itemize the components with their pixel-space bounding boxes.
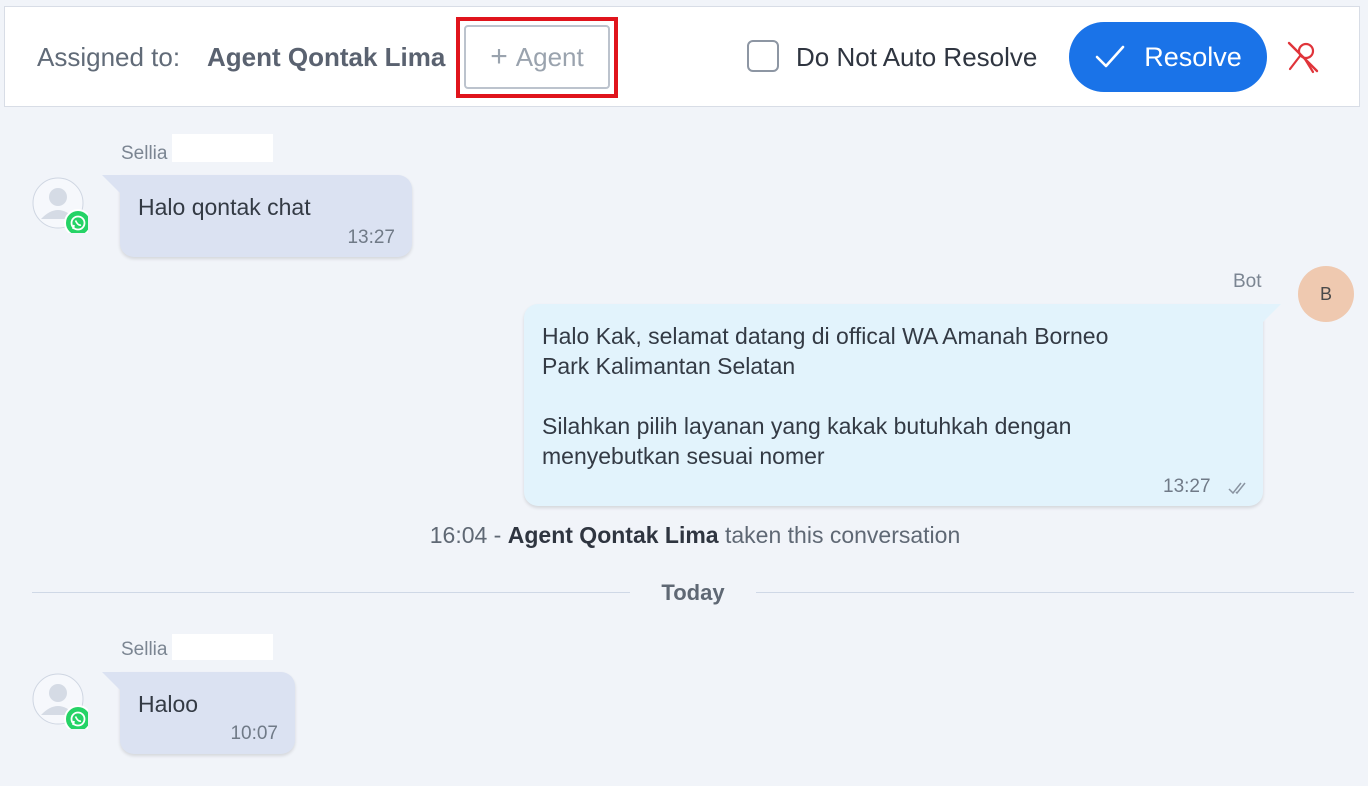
resolve-button[interactable]: Resolve [1069, 22, 1267, 92]
add-agent-button[interactable]: + Agent [464, 25, 610, 89]
assigned-to-label: Assigned to: [37, 42, 181, 72]
system-event-line: 16:04 - Agent Qontak Lima taken this con… [0, 522, 1368, 549]
date-divider-line-right [756, 592, 1354, 593]
double-check-icon [1228, 482, 1246, 495]
message-time: 10:07 [230, 723, 278, 744]
date-divider-label: Today [661, 580, 725, 605]
message-text: Haloo [138, 691, 199, 717]
add-agent-label: Agent [515, 41, 584, 72]
event-separator: - [487, 522, 508, 548]
resolve-label: Resolve [1144, 41, 1242, 72]
sender-name: Sellia [121, 639, 168, 660]
redacted-name [172, 634, 273, 660]
user-avatar-icon [32, 673, 88, 729]
assigned-agent-name: Agent Qontak Lima [207, 42, 446, 72]
plus-icon: + [490, 40, 508, 73]
sender-name: Sellia [121, 143, 168, 164]
unassign-agent-icon[interactable] [1285, 39, 1321, 75]
event-time: 16:04 [429, 522, 488, 548]
do-not-auto-resolve-label[interactable]: Do Not Auto Resolve [796, 42, 1037, 73]
message-time: 13:27 [347, 227, 395, 248]
message-bubble-incoming: Halo qontak chat 13:27 [102, 175, 412, 257]
sender-name: Bot [1233, 271, 1262, 292]
message-text: Halo Kak, selamat datang di offical WA A… [542, 323, 1109, 469]
bot-avatar: B [1298, 266, 1354, 322]
redacted-name [172, 134, 273, 162]
message-time: 13:27 [1163, 476, 1211, 497]
message-text: Halo qontak chat [138, 194, 311, 220]
message-bubble-outgoing: Halo Kak, selamat datang di offical WA A… [524, 304, 1281, 506]
event-action: taken this conversation [718, 522, 961, 548]
date-divider-line-left [32, 592, 630, 593]
do-not-auto-resolve-checkbox[interactable] [747, 40, 779, 72]
user-avatar-icon [32, 177, 88, 233]
message-bubble-incoming: Haloo 10:07 [102, 672, 295, 754]
check-icon [1095, 45, 1125, 68]
conversation-header: Assigned to: Agent Qontak Lima + Agent D… [4, 6, 1360, 107]
event-agent: Agent Qontak Lima [507, 522, 719, 548]
